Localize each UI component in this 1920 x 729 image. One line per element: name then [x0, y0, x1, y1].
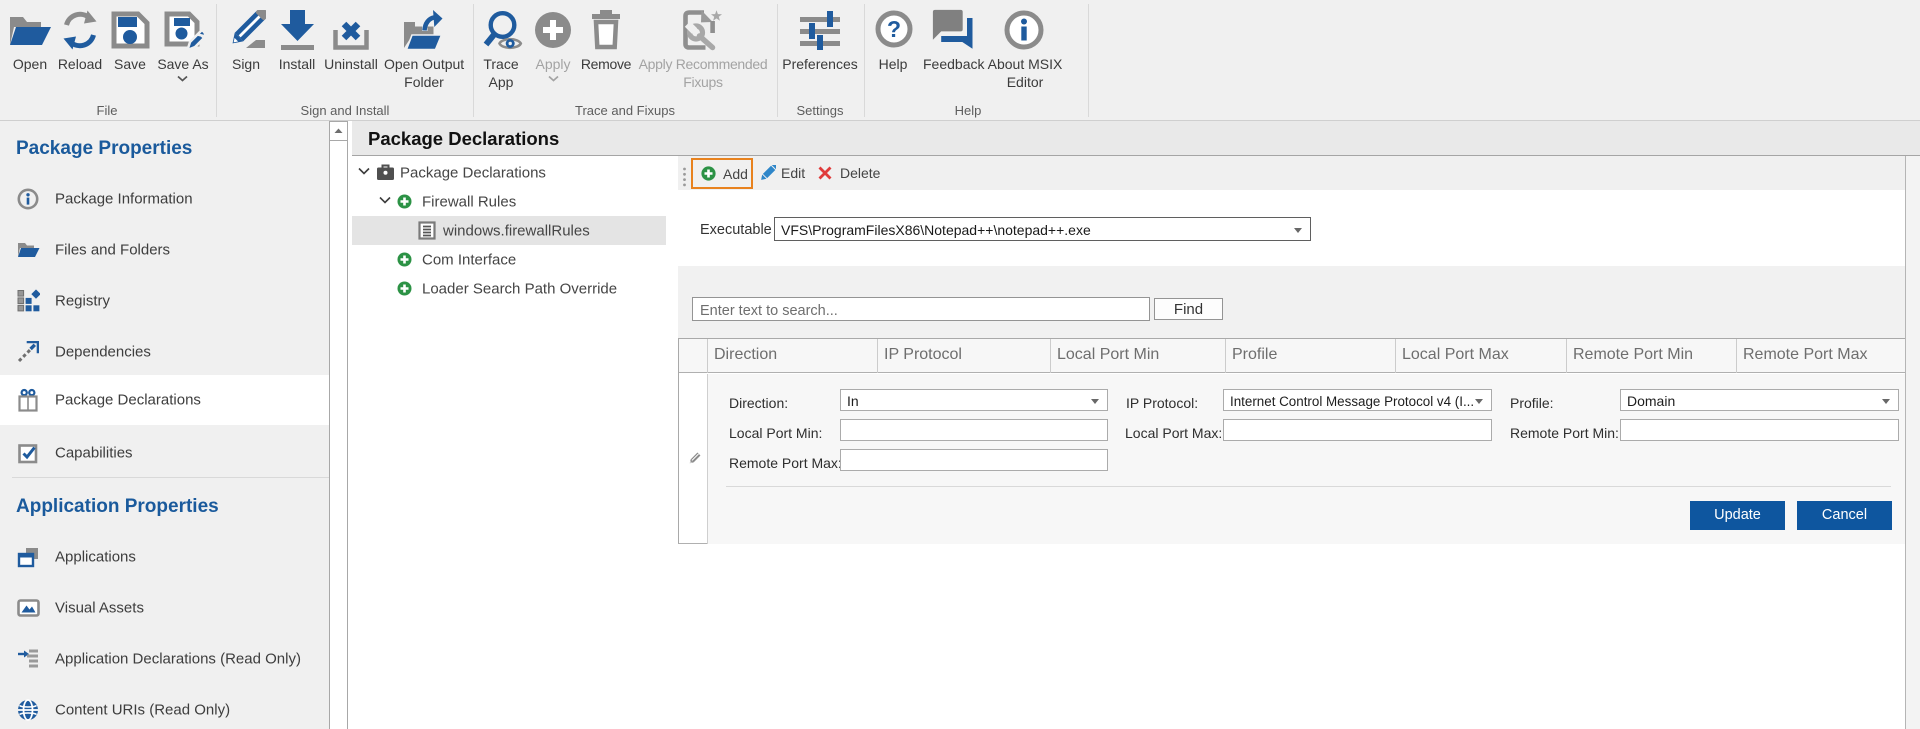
svg-text:?: ? — [887, 16, 901, 42]
